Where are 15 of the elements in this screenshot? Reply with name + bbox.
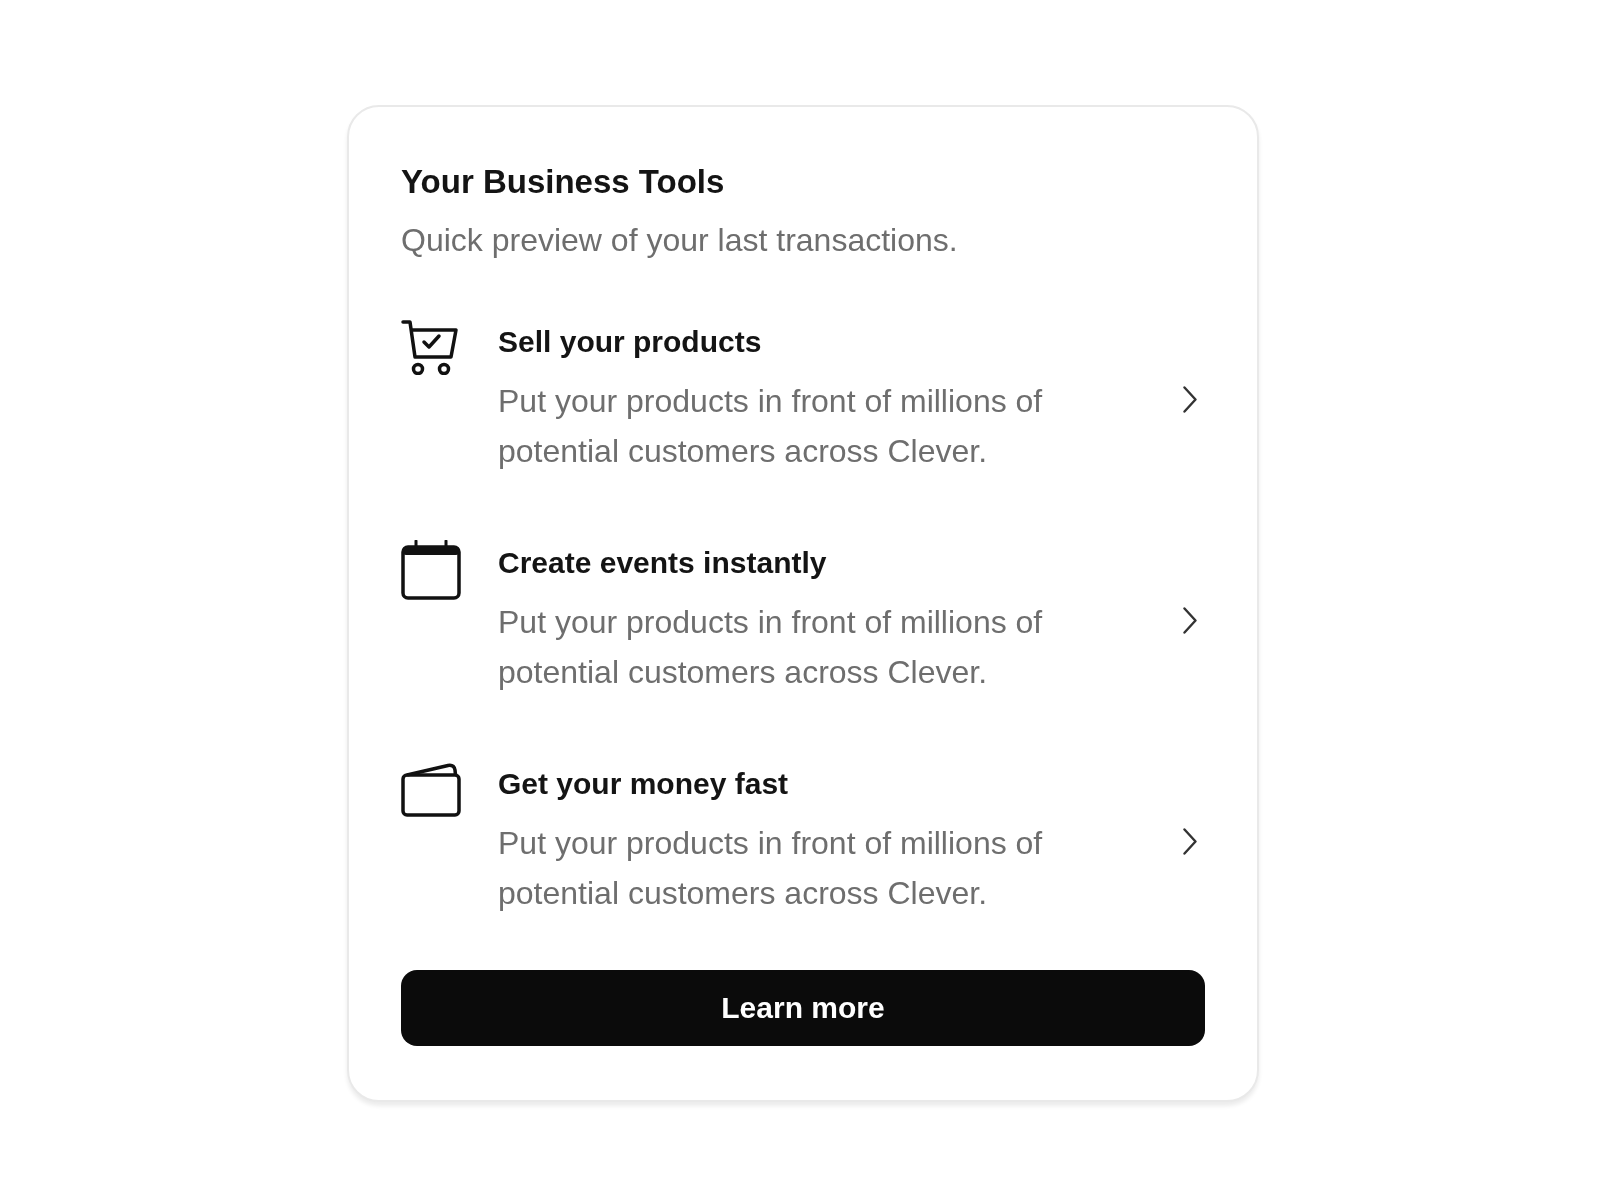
calendar-icon [401,540,461,600]
learn-more-button[interactable]: Learn more [401,970,1205,1046]
item-title: Sell your products [498,324,762,360]
card-title: Your Business Tools [401,162,725,202]
item-title: Get your money fast [498,766,789,802]
chevron-right-icon[interactable] [1183,385,1197,413]
item-description: Put your products in front of millions of potential customers across Clever. [498,824,1044,913]
item-description: Put your products in front of millions of potential customers across Clever. [498,603,1044,692]
item-title: Create events instantly [498,545,827,581]
chevron-right-icon[interactable] [1183,827,1197,855]
chevron-right-icon[interactable] [1183,606,1197,634]
item-description: Put your products in front of millions of potential customers across Clever. [498,382,1044,471]
cart-icon [401,319,459,375]
card-subtitle: Quick preview of your last transactions. [401,221,958,260]
wallet-icon [401,761,461,817]
